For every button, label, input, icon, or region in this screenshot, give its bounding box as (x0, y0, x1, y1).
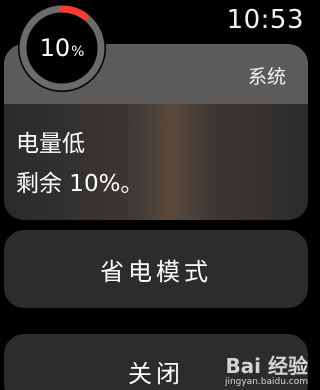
power-reserve-button[interactable]: 省电模式 (4, 230, 308, 308)
watermark-main: Bai 经验 (225, 354, 308, 378)
watch-screen: 10:53 系统 电量低 剩余 10%。 10% 省电模式 关闭 Bai 经验 … (0, 0, 312, 390)
notification-title: 电量低 (16, 131, 85, 157)
watermark-sub: jingyan.baidu.com (224, 377, 308, 387)
watermark: Bai 经验 jingyan.baidu.com (225, 355, 308, 388)
status-time: 10:53 (226, 5, 304, 35)
notification-message: 剩余 10%。 (16, 171, 144, 197)
notification-app-name: 系统 (247, 66, 286, 88)
battery-percentage: 10% (16, 2, 108, 94)
battery-percentage-unit: % (71, 44, 85, 60)
notification-body: 电量低 剩余 10%。 (4, 104, 308, 220)
battery-percentage-value: 10 (39, 34, 71, 62)
